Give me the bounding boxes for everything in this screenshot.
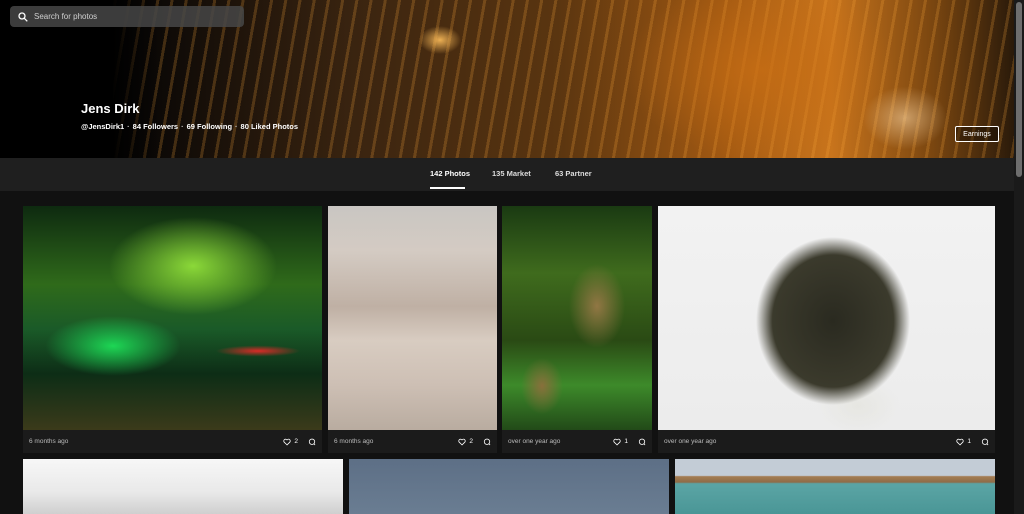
photo-image[interactable] (23, 206, 322, 430)
photo-card[interactable]: over one year ago 1 (502, 206, 652, 453)
separator: · (181, 122, 184, 131)
like-button[interactable]: 1 (613, 438, 628, 446)
following-count[interactable]: 69 Following (187, 122, 232, 131)
tab-photos[interactable]: 142 Photos (430, 169, 470, 178)
tab-partner[interactable]: 63 Partner (555, 169, 592, 178)
like-button[interactable]: 2 (458, 438, 473, 446)
photo-meta: 6 months ago 2 (328, 430, 497, 453)
separator: · (235, 122, 238, 131)
followers-count[interactable]: 84 Followers (133, 122, 178, 131)
search-icon (18, 11, 28, 22)
separator: · (127, 122, 130, 131)
heart-icon (956, 438, 964, 445)
photo-image[interactable] (23, 459, 343, 514)
active-tab-indicator (430, 187, 465, 189)
photo-card[interactable] (349, 459, 669, 514)
profile-tabs: 142 Photos 135 Market 63 Partner (0, 158, 1014, 191)
photo-image[interactable] (675, 459, 995, 514)
photo-grid: 6 months ago 2 6 months ago 2 over one y… (0, 191, 1014, 514)
search-bar[interactable] (10, 6, 244, 27)
photo-image[interactable] (349, 459, 669, 514)
photo-card[interactable] (23, 459, 343, 514)
search-input[interactable] (34, 12, 234, 21)
heart-icon (458, 438, 466, 445)
heart-icon (613, 438, 621, 445)
photo-time: over one year ago (664, 438, 717, 445)
profile-stats: @JensDirk1 · 84 Followers · 69 Following… (81, 122, 298, 131)
like-button[interactable]: 2 (283, 438, 298, 446)
comment-icon[interactable] (308, 438, 316, 446)
scrollbar-thumb[interactable] (1016, 2, 1022, 177)
photo-meta: over one year ago 1 (502, 430, 652, 453)
heart-icon (283, 438, 291, 445)
photo-card[interactable]: 6 months ago 2 (23, 206, 322, 453)
like-count: 1 (624, 438, 628, 445)
like-count: 2 (469, 438, 473, 445)
scrollbar[interactable] (1014, 0, 1024, 514)
photo-meta: over one year ago 1 (658, 430, 995, 453)
photo-time: 6 months ago (29, 438, 69, 445)
photo-card[interactable]: over one year ago 1 (658, 206, 995, 453)
liked-photos-count[interactable]: 80 Liked Photos (241, 122, 299, 131)
photo-card[interactable]: 6 months ago 2 (328, 206, 497, 453)
photo-card[interactable] (675, 459, 995, 514)
profile-name: Jens Dirk (81, 101, 140, 116)
photo-meta: 6 months ago 2 (23, 430, 322, 453)
avatar[interactable] (18, 93, 70, 145)
comment-icon[interactable] (638, 438, 646, 446)
tab-market[interactable]: 135 Market (492, 169, 531, 178)
photo-image[interactable] (502, 206, 652, 430)
earnings-button[interactable]: Earnings (955, 126, 999, 142)
photo-image[interactable] (658, 206, 995, 430)
comment-icon[interactable] (981, 438, 989, 446)
photo-time: 6 months ago (334, 438, 374, 445)
profile-handle[interactable]: @JensDirk1 (81, 122, 124, 131)
photo-time: over one year ago (508, 438, 561, 445)
like-count: 1 (967, 438, 971, 445)
cover-banner: Jens Dirk @JensDirk1 · 84 Followers · 69… (0, 0, 1014, 158)
like-button[interactable]: 1 (956, 438, 971, 446)
comment-icon[interactable] (483, 438, 491, 446)
like-count: 2 (294, 438, 298, 445)
photo-image[interactable] (328, 206, 497, 430)
